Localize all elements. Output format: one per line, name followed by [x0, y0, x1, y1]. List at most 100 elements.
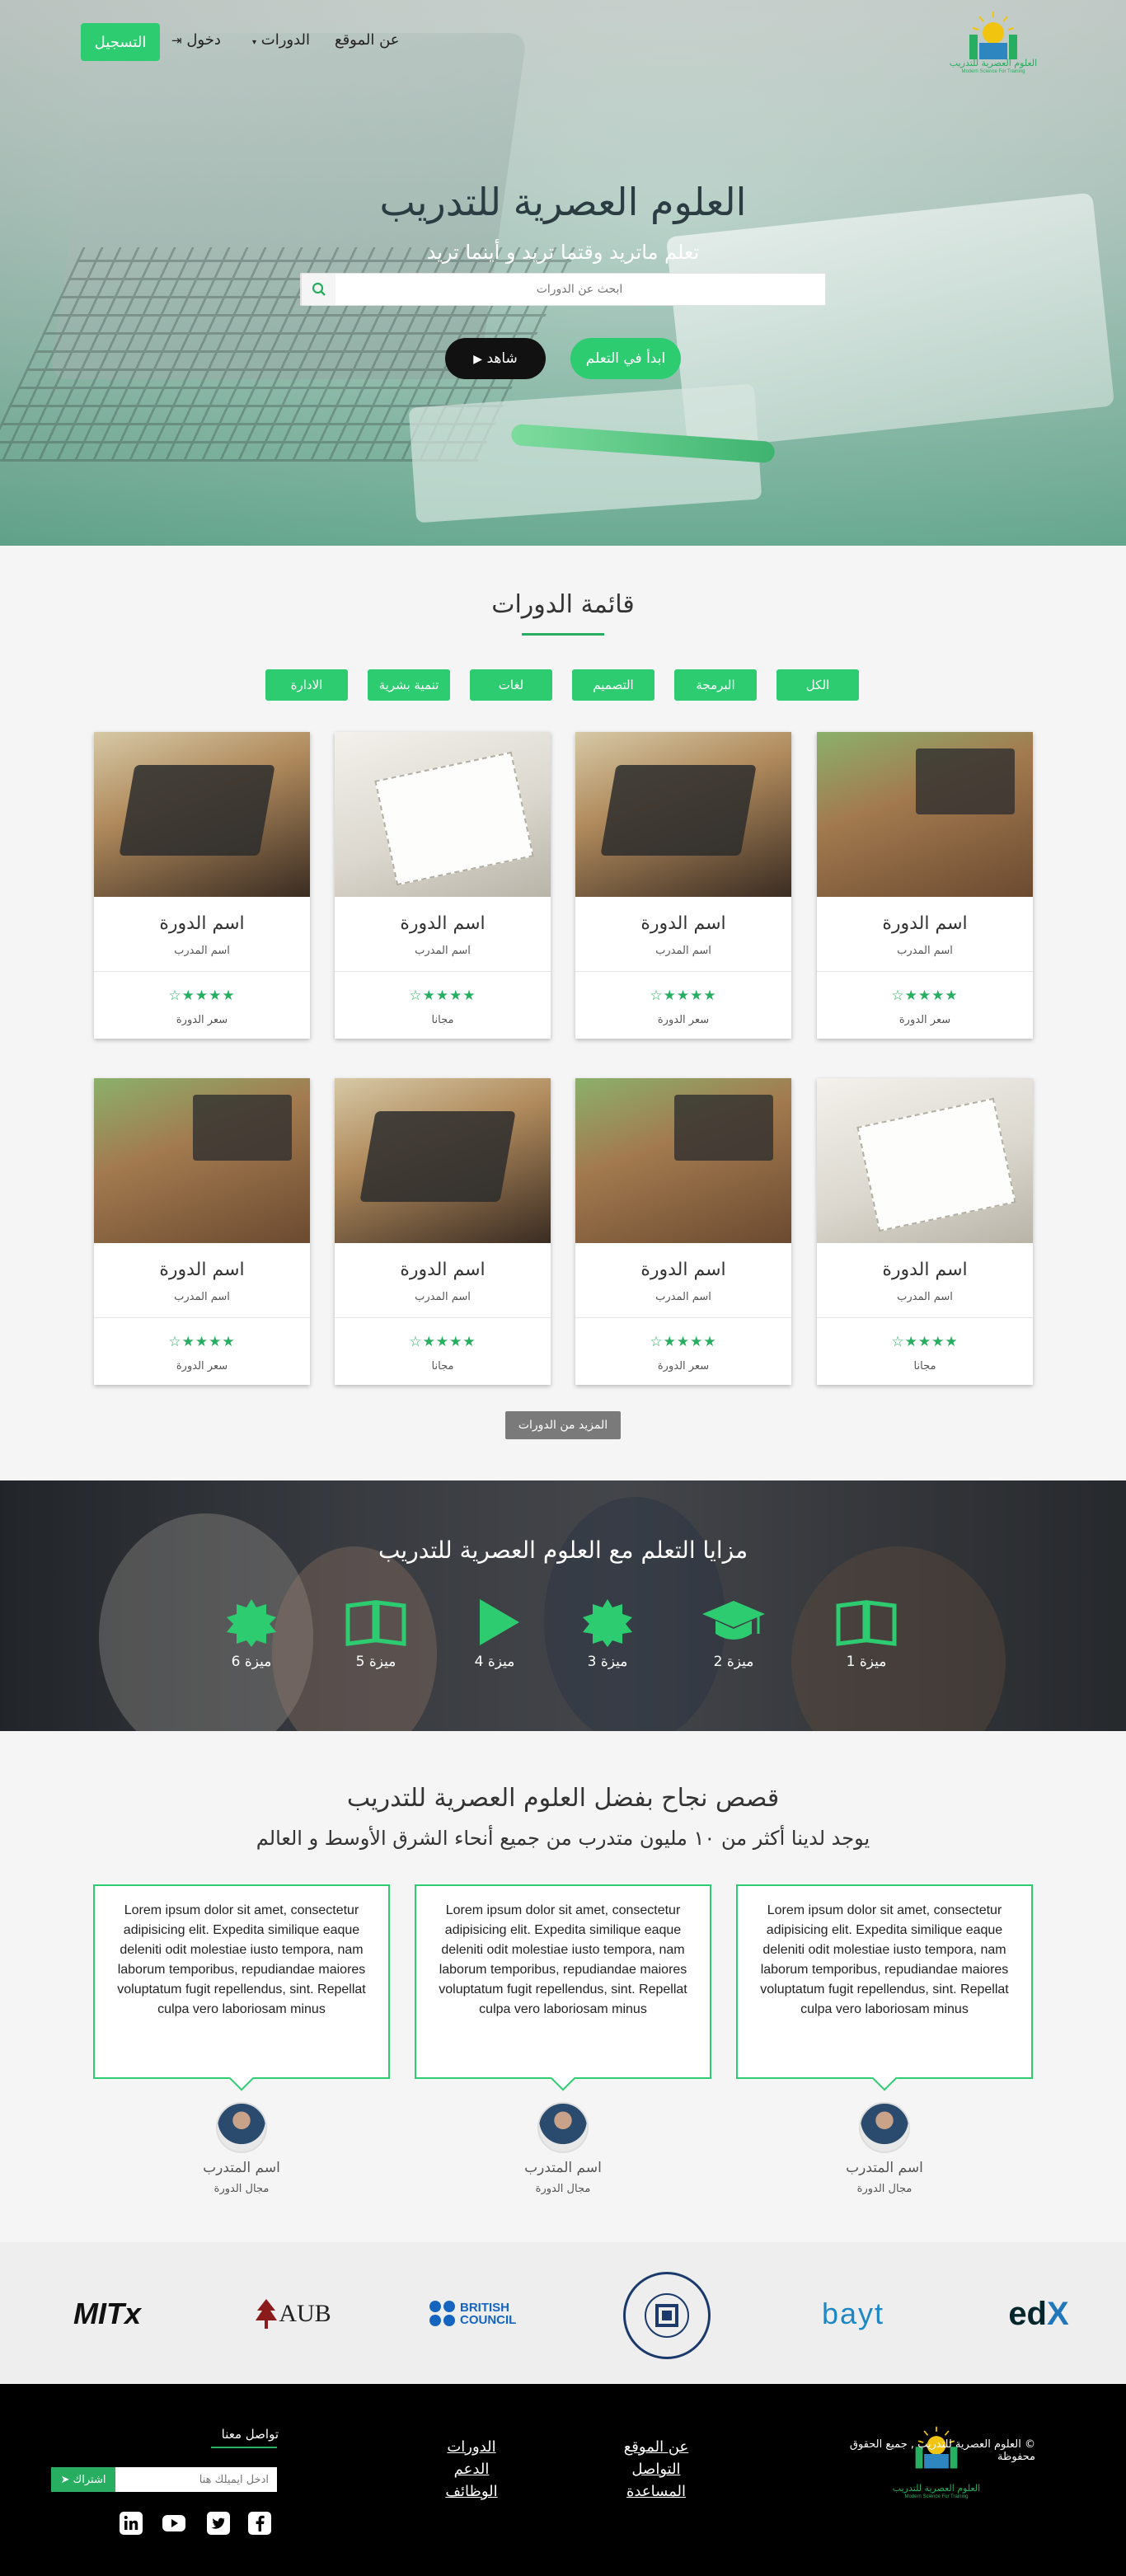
star-empty-icon: ☆	[650, 1334, 664, 1350]
star-filled-icon: ★★★★	[904, 988, 959, 1004]
nav-courses-dropdown[interactable]: الدورات ▾	[252, 31, 310, 49]
feature-item: ميزة 5	[326, 1598, 425, 1670]
logo-text: العلوم العصرية للتدريب	[949, 58, 1038, 68]
course-price: مجانا	[431, 1360, 454, 1372]
british-council-text: BRITISH COUNCIL	[460, 2301, 517, 2327]
feature-item: ميزة 4	[445, 1598, 544, 1670]
partners-section: ed X bayt BRITISH COUNCIL AUB MITx	[0, 2242, 1126, 2384]
nav-about-link[interactable]: عن الموقع	[335, 31, 400, 49]
course-card[interactable]: اسم الدورة اسم المدرب ★★★★☆ مجانا	[335, 732, 551, 1039]
graduation-cap-icon	[702, 1601, 765, 1640]
testimonial-quote: Lorem ipsum dolor sit amet, consectetur …	[736, 1884, 1033, 2079]
newsletter-title: تواصل معنا	[221, 2427, 279, 2442]
course-image	[94, 732, 310, 897]
avatar	[859, 2102, 910, 2153]
youtube-icon[interactable]	[162, 2511, 186, 2536]
feature-label: ميزة 5	[355, 1654, 396, 1670]
course-image	[575, 1078, 791, 1243]
courses-title-underline	[522, 633, 604, 636]
trainee-name: اسم المتدرب	[846, 2160, 923, 2176]
register-button[interactable]: التسجيل	[81, 23, 160, 61]
footer-link-contact[interactable]: التواصل	[607, 2461, 706, 2478]
filter-all[interactable]: الكل	[776, 669, 859, 701]
filter-programming[interactable]: البرمجة	[674, 669, 757, 701]
feature-label: ميزة 2	[713, 1654, 754, 1670]
stories-subtitle: يوجد لدينا أكثر من ١٠ مليون متدرب من جمي…	[256, 1827, 870, 1850]
star-filled-icon: ★★★★	[181, 1334, 236, 1350]
linkedin-icon[interactable]	[119, 2511, 143, 2536]
badge-icon	[227, 1599, 276, 1647]
copyright-text: © العلوم العصرية للتدريب , جميع الحقوق م…	[849, 2438, 1035, 2463]
course-rating: ★★★★☆	[335, 1334, 551, 1350]
watch-button[interactable]: شاهد ▶	[445, 338, 546, 379]
course-card[interactable]: اسم الدورة اسم المدرب ★★★★☆ سعر الدورة	[575, 1078, 791, 1385]
play-icon	[480, 1599, 519, 1645]
partner-logo-edx: ed X	[1008, 2295, 1069, 2332]
footer-logo-text: العلوم العصرية للتدريب	[892, 2483, 981, 2494]
course-rating: ★★★★☆	[575, 1334, 791, 1350]
course-rating: ★★★★☆	[817, 988, 1033, 1004]
star-filled-icon: ★★★★	[181, 988, 236, 1004]
filter-human-development[interactable]: تنمية بشرية	[368, 669, 450, 701]
course-card[interactable]: اسم الدورة اسم المدرب ★★★★☆ سعر الدورة	[94, 1078, 310, 1385]
start-learning-button[interactable]: ابدأ في التعلم	[570, 338, 681, 379]
star-filled-icon: ★★★★	[904, 1334, 959, 1350]
stories-title: قصص نجاح بفضل العلوم العصرية للتدريب	[346, 1784, 780, 1813]
partner-logo-british-council: BRITISH COUNCIL	[429, 2293, 536, 2334]
course-card[interactable]: اسم الدورة اسم المدرب ★★★★☆ مجانا	[335, 1078, 551, 1385]
course-name: اسم الدورة	[640, 1260, 726, 1280]
caret-down-icon: ▾	[252, 38, 257, 47]
filter-languages[interactable]: لغات	[470, 669, 552, 701]
site-logo[interactable]: العلوم العصرية للتدريب Modern Science Fo…	[948, 10, 1039, 76]
star-empty-icon: ☆	[891, 988, 905, 1004]
course-trainer: اسم المدرب	[655, 1291, 711, 1303]
newsletter-title-underline	[211, 2447, 277, 2448]
course-card[interactable]: اسم الدورة اسم المدرب ★★★★☆ سعر الدورة	[575, 732, 791, 1039]
hero-subtitle: تعلم ماتريد وقتما تريد و أينما تريد	[426, 241, 700, 264]
footer-link-support[interactable]: الدعم	[422, 2461, 521, 2478]
footer-link-about[interactable]: عن الموقع	[607, 2438, 706, 2456]
course-image	[575, 732, 791, 897]
twitter-icon[interactable]	[206, 2511, 231, 2536]
filter-management[interactable]: الادارة	[265, 669, 348, 701]
book-icon	[836, 1600, 897, 1646]
star-filled-icon: ★★★★	[663, 988, 717, 1004]
watch-label: شاهد	[486, 350, 518, 367]
star-empty-icon: ☆	[168, 1334, 182, 1350]
facebook-icon[interactable]	[247, 2511, 272, 2536]
more-courses-button[interactable]: المزيد من الدورات	[505, 1411, 621, 1439]
partner-logo-aub: AUB	[247, 2293, 338, 2334]
course-card[interactable]: اسم الدورة اسم المدرب ★★★★☆ سعر الدورة	[94, 732, 310, 1039]
newsletter-email-input[interactable]	[115, 2467, 277, 2492]
star-empty-icon: ☆	[409, 988, 423, 1004]
footer-link-jobs[interactable]: الوظائف	[422, 2483, 521, 2500]
course-search-input[interactable]	[334, 274, 825, 305]
subscribe-button[interactable]: اشتراك ➤	[51, 2467, 115, 2492]
feature-item: ميزة 2	[684, 1598, 783, 1670]
british-council-dots-icon	[429, 2301, 455, 2326]
courses-title: قائمة الدورات	[491, 590, 635, 619]
paper-plane-icon: ➤	[60, 2473, 70, 2486]
course-name: اسم الدورة	[159, 913, 245, 934]
footer-link-courses[interactable]: الدورات	[422, 2438, 521, 2456]
course-card[interactable]: اسم الدورة اسم المدرب ★★★★☆ مجانا	[817, 1078, 1033, 1385]
search-icon	[312, 282, 326, 296]
filter-design[interactable]: التصميم	[572, 669, 654, 701]
sign-in-icon: ⇥	[171, 33, 182, 48]
course-price: سعر الدورة	[176, 1014, 228, 1026]
footer-link-help[interactable]: المساعدة	[607, 2483, 706, 2500]
nav-courses-label: الدورات	[260, 31, 311, 49]
trainee-name: اسم المتدرب	[203, 2160, 280, 2176]
avatar	[216, 2102, 267, 2153]
testimonial-quote: Lorem ipsum dolor sit amet, consectetur …	[415, 1884, 711, 2079]
cedar-tree-icon	[256, 2299, 278, 2329]
subscribe-label: اشتراك	[73, 2473, 106, 2486]
search-button[interactable]	[301, 274, 335, 305]
star-empty-icon: ☆	[891, 1334, 905, 1350]
course-card[interactable]: اسم الدورة اسم المدرب ★★★★☆ سعر الدورة	[817, 732, 1033, 1039]
course-rating: ★★★★☆	[817, 1334, 1033, 1350]
nav-login-link[interactable]: دخول ⇥	[171, 31, 221, 49]
course-trainer: اسم المدرب	[174, 945, 230, 957]
course-rating: ★★★★☆	[94, 1334, 310, 1350]
course-price: سعر الدورة	[176, 1360, 228, 1372]
